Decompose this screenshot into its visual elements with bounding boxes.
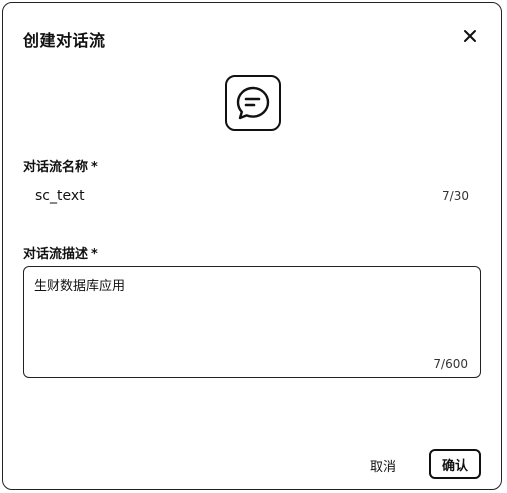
name-label-text: 对话流名称 bbox=[23, 160, 89, 175]
cancel-button[interactable]: 取消 bbox=[359, 451, 407, 479]
name-input-value: sc_text bbox=[35, 188, 85, 204]
name-input[interactable]: sc_text 7/30 bbox=[23, 179, 481, 213]
desc-label: 对话流描述 * bbox=[23, 243, 98, 262]
desc-textarea-value: 生财数据库应用 bbox=[34, 279, 126, 294]
desc-textarea[interactable]: 生财数据库应用 7/600 bbox=[23, 266, 481, 378]
name-label: 对话流名称 * bbox=[23, 156, 98, 175]
chat-bubble-icon bbox=[236, 86, 270, 120]
desc-char-counter: 7/600 bbox=[433, 357, 468, 371]
close-button[interactable] bbox=[459, 25, 481, 47]
close-icon bbox=[464, 30, 476, 42]
create-conversation-flow-dialog: 创建对话流 对话流名称 * sc_text 7/30 对话流描述 * 生财数据库应用… bbox=[2, 2, 502, 490]
desc-required-mark: * bbox=[91, 247, 98, 262]
confirm-button[interactable]: 确认 bbox=[429, 449, 481, 479]
flow-avatar-button[interactable] bbox=[225, 75, 281, 131]
name-char-counter: 7/30 bbox=[442, 189, 469, 203]
dialog-title: 创建对话流 bbox=[23, 31, 106, 50]
name-required-mark: * bbox=[91, 160, 98, 175]
desc-label-text: 对话流描述 bbox=[23, 247, 89, 262]
